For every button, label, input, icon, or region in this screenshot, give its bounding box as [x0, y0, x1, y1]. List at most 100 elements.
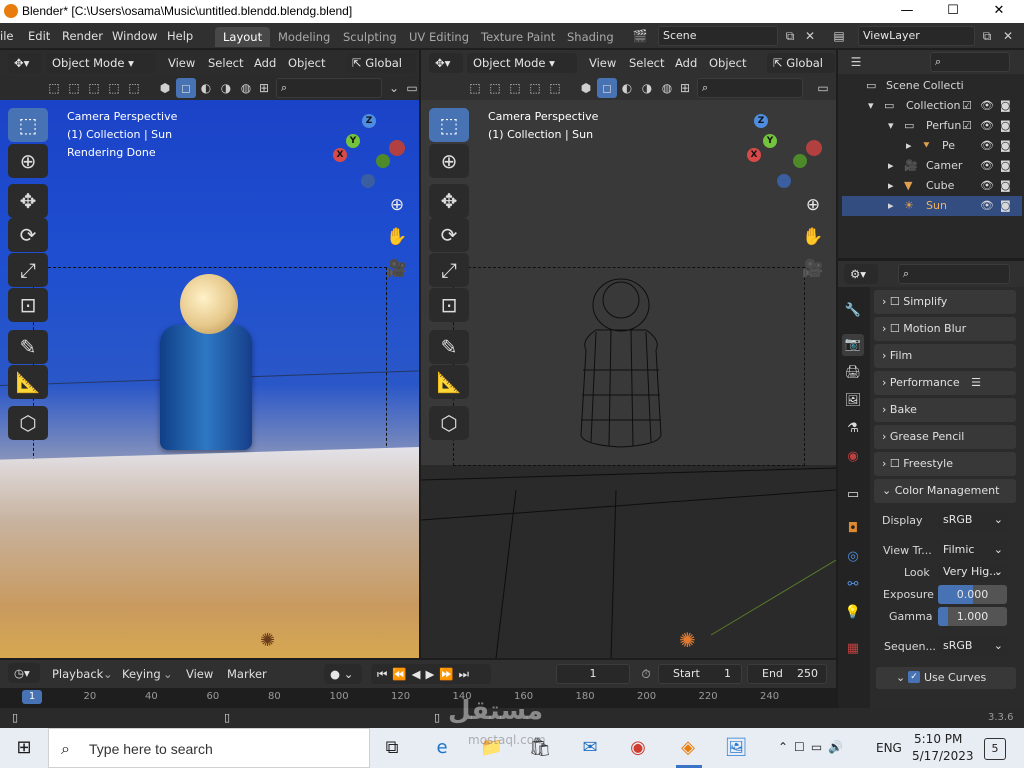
record-button[interactable]: ● ⌄: [324, 664, 362, 684]
gizmo-z-axis[interactable]: Z: [362, 114, 376, 128]
gizmo-y-axis[interactable]: Y: [346, 134, 360, 148]
shading-solid-icon[interactable]: ◐: [196, 78, 216, 98]
outliner-row-camera[interactable]: ▸ 🎥 Camer 👁 ◙: [842, 156, 1022, 176]
tab-uv-editing[interactable]: UV Editing: [401, 27, 477, 47]
tool-move[interactable]: ✥: [429, 184, 469, 218]
menu-render[interactable]: Render: [62, 29, 103, 43]
use-curves-checkbox[interactable]: ✓: [908, 671, 920, 683]
camera-render-icon[interactable]: ◙: [1000, 99, 1011, 112]
gizmo-x-axis[interactable]: X: [333, 148, 347, 162]
maximize-button[interactable]: ☐: [930, 0, 976, 23]
data-properties-icon[interactable]: 💡: [842, 602, 864, 624]
tool-move[interactable]: ✥: [8, 184, 48, 218]
gizmo-neg-z-axis[interactable]: [361, 174, 375, 188]
task-view-icon[interactable]: ⧉: [374, 730, 410, 766]
gamma-slider[interactable]: 1.000: [938, 607, 1007, 626]
menu-keying[interactable]: Keying: [122, 667, 161, 681]
viewport-gizmo-color-icon[interactable]: ⬢: [155, 78, 175, 98]
gizmo-y-axis[interactable]: Y: [763, 134, 777, 148]
camera-render-icon[interactable]: ◙: [1000, 139, 1011, 152]
scene-properties-icon[interactable]: ⚗: [842, 418, 864, 440]
shading-wireframe-icon[interactable]: ◻: [176, 78, 196, 98]
render-properties-icon[interactable]: 📷: [842, 334, 864, 356]
system-tray-icons[interactable]: ⌃☐▭🔊: [778, 740, 849, 754]
menu-playback[interactable]: Playback: [52, 667, 103, 681]
tab-sculpting[interactable]: Sculpting: [335, 27, 405, 47]
camera-view-icon[interactable]: 🎥: [384, 256, 410, 282]
sun-light-icon[interactable]: ✺: [679, 628, 709, 654]
tool-add-cube[interactable]: ⬡: [429, 406, 469, 440]
tool-cursor[interactable]: ⊕: [8, 144, 48, 178]
gizmo-neg-z-axis[interactable]: [777, 174, 791, 188]
view-layer-selector[interactable]: ViewLayer: [858, 26, 975, 46]
panel-performance[interactable]: › Performance ☰: [874, 371, 1016, 395]
tool-scale[interactable]: ⤢: [8, 253, 48, 287]
camera-render-icon[interactable]: ◙: [1000, 199, 1011, 212]
tool-measure[interactable]: 📐: [8, 365, 48, 399]
windows-start-icon[interactable]: ⊞: [6, 730, 42, 766]
scene-selector[interactable]: Scene: [658, 26, 778, 46]
tool-add-cube[interactable]: ⬡: [8, 406, 48, 440]
timeline-ruler[interactable]: 1 20 40 60 80 100 120 140 160 180 200 220 240: [0, 688, 836, 708]
mode-selector[interactable]: Object Mode ▾: [46, 53, 156, 73]
photos-icon[interactable]: 🖼: [718, 730, 754, 766]
close-button[interactable]: ✕: [976, 0, 1022, 23]
taskbar-search-box[interactable]: ⌕ Type here to search: [48, 728, 370, 768]
panel-color-management[interactable]: ⌄ Color Management: [874, 479, 1016, 503]
gizmo-neg-x-axis[interactable]: [806, 140, 822, 156]
gizmo-neg-x-axis[interactable]: [389, 140, 405, 156]
view-layer-icon[interactable]: ▤: [829, 26, 849, 46]
gizmo-x-axis[interactable]: X: [747, 148, 761, 162]
eye-icon[interactable]: 👁: [980, 199, 994, 212]
menu-file[interactable]: ile: [0, 29, 13, 43]
outliner-row-perfume[interactable]: ▾ ▭ Perfun ☑ 👁 ◙: [842, 116, 1022, 136]
outliner-row-sun[interactable]: ▸ ☀ Sun 👁 ◙: [842, 196, 1022, 216]
panel-film[interactable]: › Film: [874, 344, 1016, 368]
current-frame-input[interactable]: 1: [556, 664, 630, 684]
start-frame-input[interactable]: Start 1: [658, 664, 742, 684]
exposure-slider[interactable]: 0.000: [938, 585, 1007, 604]
overlay-grid-icon[interactable]: ⊞: [254, 78, 274, 98]
menu-view[interactable]: View: [186, 667, 213, 681]
camera-render-icon[interactable]: ◙: [1000, 119, 1011, 132]
end-frame-input[interactable]: End 250: [747, 664, 827, 684]
panel-grease-pencil[interactable]: › Grease Pencil: [874, 425, 1016, 449]
panel-freestyle[interactable]: › ☐ Freestyle: [874, 452, 1016, 476]
notification-center-icon[interactable]: 5: [984, 738, 1006, 760]
pan-hand-icon[interactable]: ✋: [384, 224, 410, 250]
playhead[interactable]: 1: [22, 690, 42, 704]
viewport-rendered[interactable]: ✥▾ Object Mode ▾ View Select Add Object …: [0, 50, 419, 658]
menu-marker[interactable]: Marker: [227, 667, 267, 681]
tool-annotate[interactable]: ✎: [8, 330, 48, 364]
menu-add[interactable]: Add: [254, 56, 276, 70]
view-layer-properties-icon[interactable]: 🖼: [842, 390, 864, 412]
look-dropdown[interactable]: Very Hig... ⌄: [938, 563, 1007, 582]
gizmo-neg-y-axis[interactable]: [793, 154, 807, 168]
tool-annotate[interactable]: ✎: [429, 330, 469, 364]
viewport-options-icon[interactable]: ▭: [402, 78, 419, 98]
outliner-search-input[interactable]: ⌕: [930, 52, 1010, 72]
properties-editor-type[interactable]: ⚙▾: [844, 264, 878, 284]
playback-controls[interactable]: ⏮⏪◀▶⏩⏭: [371, 664, 491, 684]
outliner-display-mode-icon[interactable]: ☰: [846, 52, 866, 72]
properties-search-input[interactable]: ⌕: [898, 264, 1010, 284]
tool-transform[interactable]: ⊡: [8, 288, 48, 322]
shading-rendered-icon[interactable]: ◍: [236, 78, 256, 98]
tab-texture-paint[interactable]: Texture Paint: [473, 27, 563, 47]
checkbox-icon[interactable]: ☑: [962, 119, 972, 132]
tool-rotate[interactable]: ⟳: [429, 218, 469, 252]
select-intersect-icon[interactable]: ⬚: [124, 78, 144, 98]
world-properties-icon[interactable]: ◉: [842, 446, 864, 468]
tab-shading[interactable]: Shading: [559, 27, 622, 47]
collection-properties-icon[interactable]: ▭: [842, 484, 864, 506]
tool-properties-icon[interactable]: 🔧: [842, 300, 864, 322]
select-box-icon[interactable]: ⬚: [44, 78, 64, 98]
select-subtract-icon[interactable]: ⬚: [84, 78, 104, 98]
menu-help[interactable]: Help: [167, 29, 193, 43]
delete-scene-icon[interactable]: ✕: [800, 26, 820, 46]
tool-select-box[interactable]: ⬚: [429, 108, 469, 142]
viewport-wireframe[interactable]: ✥▾ Object Mode ▾ View Select Add Object …: [421, 50, 836, 658]
eye-icon[interactable]: 👁: [980, 179, 994, 192]
camera-view-icon[interactable]: 🎥: [800, 256, 826, 282]
constraints-properties-icon[interactable]: ⚯: [842, 574, 864, 596]
